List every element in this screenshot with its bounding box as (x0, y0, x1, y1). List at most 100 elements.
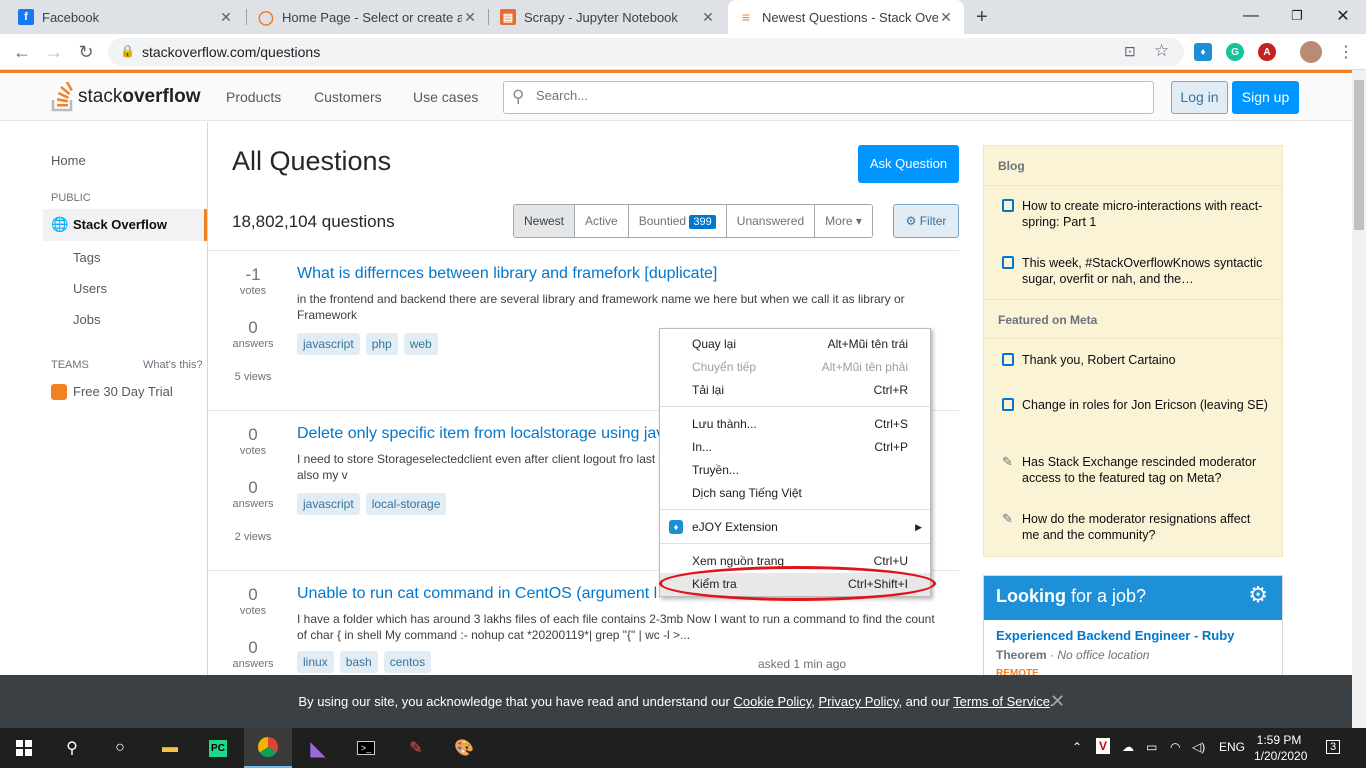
tray-up-arrow-icon[interactable]: ⌃ (1072, 740, 1082, 754)
blog-item[interactable]: How to create micro-interactions with re… (998, 198, 1268, 230)
question-title-link[interactable]: Unable to run cat command in CentOS (arg… (297, 585, 657, 603)
adblock-icon[interactable]: A (1258, 43, 1276, 61)
sidebar-item-stack-overflow[interactable]: 🌐 Stack Overflow (43, 209, 207, 241)
filter-unanswered[interactable]: Unanswered (726, 205, 816, 237)
close-icon[interactable]: ✕ (938, 9, 954, 26)
taskbar-clock[interactable]: 1:59 PM 1/20/2020 (1254, 732, 1307, 764)
language-indicator[interactable]: ENG (1219, 740, 1245, 754)
menu-item-reload[interactable]: Tải lại Ctrl+R (660, 379, 930, 402)
terminal-glyph: >_ (356, 741, 376, 755)
forward-icon[interactable]: → (42, 40, 66, 64)
back-icon[interactable]: ← (10, 40, 34, 64)
nav-customers[interactable]: Customers (314, 89, 382, 105)
filter-button[interactable]: ⚙ Filter (893, 204, 959, 238)
grammarly-icon[interactable]: G (1226, 43, 1244, 61)
login-button[interactable]: Log in (1171, 81, 1228, 114)
nav-products[interactable]: Products (226, 89, 281, 105)
meta-item[interactable]: Change in roles for Jon Ericson (leaving… (998, 397, 1268, 413)
url-bar[interactable]: 🔒 stackoverflow.com/questions ⊡ ☆ (108, 38, 1184, 66)
question-title-link[interactable]: What is differnces between library and f… (297, 265, 717, 283)
menu-dots-icon[interactable]: ⋮ (1338, 42, 1354, 62)
menu-item-cast[interactable]: Truyền... (660, 459, 930, 482)
tag[interactable]: javascript (297, 333, 360, 355)
chrome-icon[interactable] (244, 728, 292, 768)
menu-item-print[interactable]: In... Ctrl+P (660, 436, 930, 459)
job-title[interactable]: Experienced Backend Engineer - Ruby (996, 628, 1234, 643)
page-scrollbar[interactable] (1352, 70, 1366, 728)
tab-scrapy-notebook[interactable]: ▤ Scrapy - Jupyter Notebook ✕ (490, 0, 726, 34)
volume-icon[interactable]: ◁) (1192, 740, 1205, 754)
window-close-icon[interactable]: ✕ (1320, 0, 1366, 32)
close-icon[interactable]: ✕ (218, 9, 234, 26)
menu-item-forward[interactable]: Chuyển tiếp Alt+Mũi tên phải (660, 356, 930, 379)
tag[interactable]: web (403, 333, 438, 355)
file-explorer-icon[interactable]: ▬ (146, 728, 194, 768)
menu-item-ejoy[interactable]: ♦ eJOY Extension ▶ (660, 516, 930, 539)
privacy-policy-link[interactable]: Privacy Policy (819, 694, 899, 709)
filter-more[interactable]: More ▾ (815, 205, 872, 237)
onedrive-icon[interactable]: ☁ (1122, 740, 1134, 754)
new-tab-icon[interactable]: + (976, 6, 988, 29)
terminal-icon[interactable]: >_ (342, 728, 390, 768)
tag[interactable]: bash (339, 651, 378, 673)
tag[interactable]: linux (297, 651, 334, 673)
pycharm-icon[interactable]: PC (194, 728, 242, 768)
meta-item[interactable]: Thank you, Robert Cartaino (998, 352, 1268, 368)
blog-header: Blog (984, 146, 1282, 186)
so-logo[interactable]: stack overflow (50, 80, 200, 113)
free-trial-link[interactable]: Free 30 Day Trial (73, 384, 173, 399)
maximize-icon[interactable]: ❐ (1274, 0, 1320, 32)
profile-avatar[interactable] (1300, 41, 1322, 63)
cookie-policy-link[interactable]: Cookie Policy (733, 694, 811, 709)
sidebar-item-users[interactable]: Users (73, 281, 107, 296)
tab-stackoverflow[interactable]: ≡ Newest Questions - Stack Overflo ✕ (728, 0, 964, 34)
battery-icon[interactable]: ▭ (1146, 740, 1157, 754)
tag[interactable]: php (365, 333, 398, 355)
question-title-link[interactable]: Delete only specific item from localstor… (297, 425, 664, 443)
job-ad[interactable]: Looking for a job? ⚙ Experienced Backend … (983, 575, 1283, 685)
meta-item[interactable]: ✎ Has Stack Exchange rescinded moderator … (998, 454, 1268, 486)
search-input[interactable] (536, 88, 1116, 103)
menu-item-translate[interactable]: Dịch sang Tiếng Việt (660, 482, 930, 505)
translate-icon[interactable]: ⊡ (1124, 43, 1136, 60)
ask-question-button[interactable]: Ask Question (858, 145, 959, 183)
blog-item[interactable]: This week, #StackOverflowKnows syntactic… (998, 255, 1268, 287)
paint3d-icon[interactable]: 🎨 (440, 728, 488, 768)
minimize-icon[interactable]: — (1228, 0, 1274, 32)
tab-jupyter-home[interactable]: ◯ Home Page - Select or create a n ✕ (248, 0, 488, 34)
search-icon[interactable]: ⚲ (48, 728, 96, 768)
tag[interactable]: centos (383, 651, 432, 673)
reload-icon[interactable]: ↻ (74, 40, 98, 64)
terms-link[interactable]: Terms of Service (953, 694, 1050, 709)
sidebar-item-home[interactable]: Home (51, 153, 86, 168)
notification-icon[interactable]: 3 (1326, 740, 1341, 754)
signup-button[interactable]: Sign up (1232, 81, 1299, 114)
close-icon[interactable]: ✕ (700, 9, 716, 26)
sidebar-item-tags[interactable]: Tags (73, 250, 100, 265)
visual-studio-icon[interactable]: ◣ (294, 728, 342, 768)
wifi-icon[interactable]: ◠ (1170, 740, 1180, 754)
tab-divider (488, 9, 489, 25)
meta-item[interactable]: ✎ How do the moderator resignations affec… (998, 511, 1268, 543)
filter-newest[interactable]: Newest (514, 205, 576, 237)
close-icon[interactable]: ✕ (462, 9, 478, 26)
menu-item-back[interactable]: Quay lại Alt+Mũi tên trái (660, 333, 930, 356)
tag[interactable]: local-storage (365, 493, 447, 515)
filter-bountied[interactable]: Bountied 399 (628, 205, 727, 237)
tray-app-icon[interactable]: V (1096, 738, 1111, 754)
bookmark-star-icon[interactable]: ☆ (1154, 41, 1169, 61)
task-view-icon[interactable]: ○ (96, 728, 144, 768)
bountied-badge: 399 (689, 215, 716, 229)
windows-start-icon[interactable] (0, 728, 48, 768)
scrollbar-thumb[interactable] (1354, 80, 1364, 230)
close-icon[interactable]: ✕ (1050, 675, 1065, 728)
menu-item-save-as[interactable]: Lưu thành... Ctrl+S (660, 413, 930, 436)
nav-use-cases[interactable]: Use cases (413, 89, 478, 105)
ejoy-extension-icon[interactable]: ♦ (1194, 43, 1212, 61)
tag[interactable]: javascript (297, 493, 360, 515)
filter-active[interactable]: Active (575, 205, 629, 237)
tab-facebook[interactable]: f Facebook ✕ (8, 0, 244, 34)
sidebar-item-jobs[interactable]: Jobs (73, 312, 100, 327)
paint-icon[interactable]: ✎ (392, 728, 440, 768)
whats-this-link[interactable]: What's this? (143, 359, 203, 371)
